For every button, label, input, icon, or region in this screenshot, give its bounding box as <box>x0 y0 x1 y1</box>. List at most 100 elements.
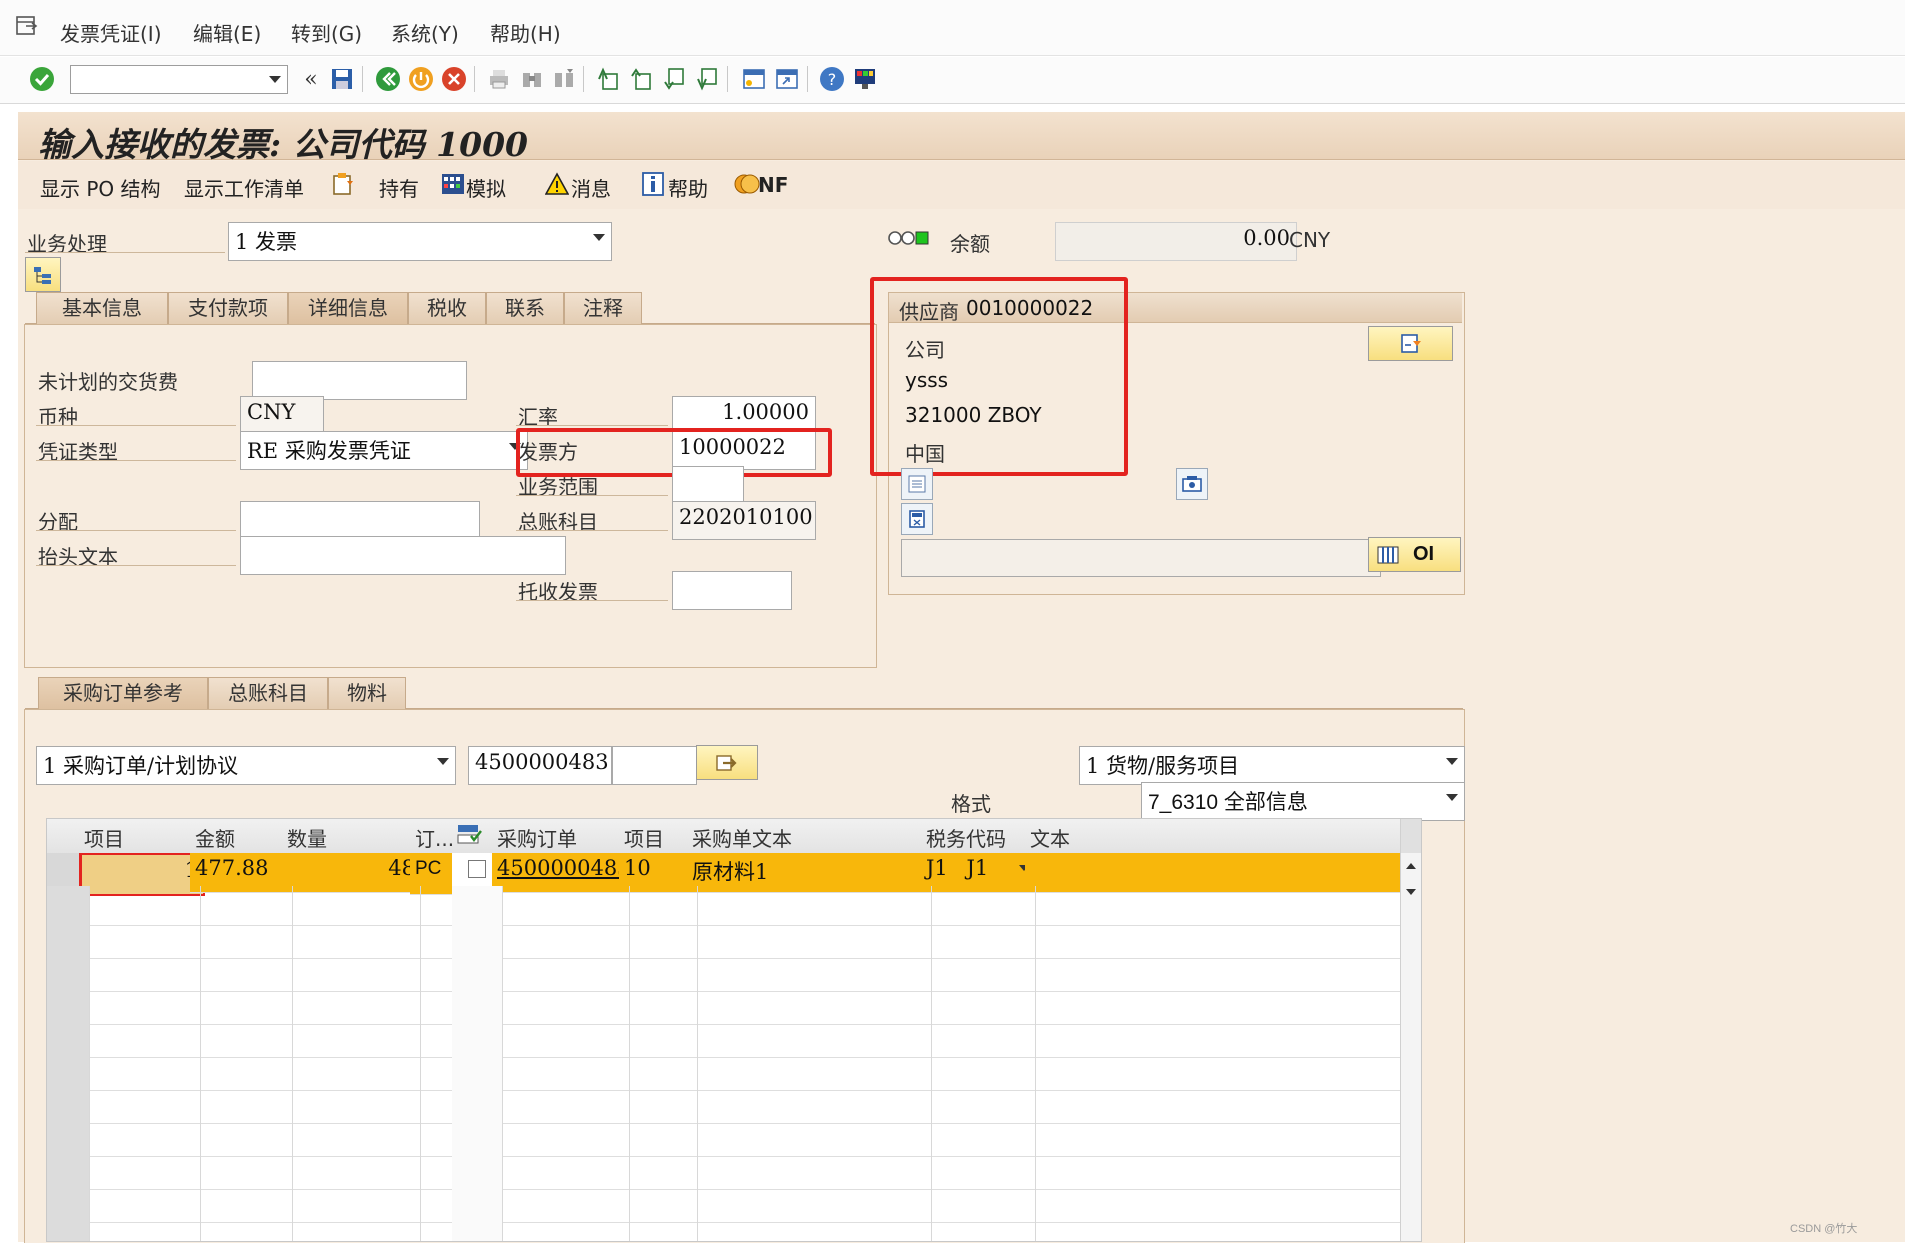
transfer-po-button[interactable] <box>696 745 758 780</box>
empty-cell[interactable] <box>282 1216 421 1241</box>
hold-button[interactable]: 持有 <box>379 173 419 202</box>
highlight-vendor-address <box>870 277 1128 476</box>
simulate-button[interactable]: 模拟 <box>466 173 506 202</box>
help-button[interactable]: 帮助 <box>668 173 708 202</box>
scrollbar[interactable] <box>1400 819 1421 1241</box>
menu-system[interactable]: 系统(Y) <box>391 18 459 47</box>
create-session-icon[interactable] <box>740 65 768 93</box>
menu-help[interactable]: 帮助(H) <box>490 18 561 47</box>
assignment-underline <box>36 530 236 531</box>
first-page-icon[interactable] <box>594 65 622 93</box>
business-area-input[interactable] <box>672 466 744 505</box>
show-worklist-button[interactable]: 显示工作清单 <box>184 173 304 202</box>
vendor-change-button[interactable] <box>1368 326 1453 361</box>
po-number-input[interactable]: 4500000483 <box>468 746 612 785</box>
currency-underline <box>36 425 236 426</box>
back-icon[interactable] <box>374 65 402 93</box>
tab-tax[interactable]: 税收 <box>408 292 486 325</box>
chevron-down-icon[interactable] <box>437 758 449 765</box>
layout-select[interactable]: 7_6310 全部信息 <box>1141 782 1465 821</box>
open-items-button[interactable]: OI <box>1368 537 1461 572</box>
previous-page-icon[interactable] <box>627 65 655 93</box>
last-page-icon[interactable] <box>693 65 721 93</box>
tab-notes[interactable]: 注释 <box>564 292 642 325</box>
unplanned-delivery-cost-label: 未计划的交货费 <box>38 370 178 394</box>
tab-gl-account[interactable]: 总账科目 <box>208 677 328 710</box>
gl-account-input[interactable]: 2202010100 <box>672 501 816 540</box>
vendor-master-button[interactable] <box>901 468 933 500</box>
shortcut-icon[interactable] <box>773 65 801 93</box>
next-page-icon[interactable] <box>660 65 688 93</box>
chevron-down-icon[interactable] <box>269 76 281 83</box>
chevron-down-icon[interactable] <box>1446 758 1458 765</box>
info-icon <box>642 172 664 196</box>
empty-cell[interactable] <box>687 1216 932 1241</box>
menu-goto[interactable]: 转到(G) <box>291 18 362 47</box>
toggle-header-button[interactable] <box>25 257 61 292</box>
tab-basic-data[interactable]: 基本信息 <box>36 292 168 325</box>
enter-check-icon[interactable] <box>28 65 56 93</box>
select-all-icon <box>457 825 482 844</box>
balance-label: 余额 <box>950 232 990 256</box>
exchange-rate-value: 1.00000 <box>722 400 809 424</box>
currency-input[interactable]: CNY <box>240 396 324 435</box>
items-table: 项目 金额 数量 订... 采购订单 项目 采购单文本 税务代码 文本 1 47… <box>46 818 1422 1242</box>
double-left-arrow-icon[interactable]: « <box>297 65 325 93</box>
exchange-rate-underline <box>516 425 668 426</box>
scroll-up-icon[interactable] <box>1406 863 1416 869</box>
save-icon[interactable] <box>328 65 356 93</box>
clipboard-icon[interactable] <box>330 171 356 197</box>
vendor-one-time-button[interactable] <box>901 503 933 535</box>
vendor-bank-button[interactable] <box>1176 468 1208 500</box>
menu-edit[interactable]: 编辑(E) <box>193 18 261 47</box>
command-field[interactable] <box>70 65 288 94</box>
doc-type-select[interactable]: RE 采购发票凭证 <box>240 431 528 470</box>
exit-icon[interactable] <box>407 65 435 93</box>
scroll-down-icon[interactable] <box>1406 889 1416 895</box>
chevron-down-icon[interactable] <box>1446 794 1458 801</box>
show-po-structure-button[interactable]: 显示 PO 结构 <box>40 173 161 202</box>
tab-material[interactable]: 物料 <box>328 677 406 710</box>
collection-invoice-input[interactable] <box>672 571 792 610</box>
print-icon[interactable] <box>485 65 513 93</box>
help-icon[interactable]: ? <box>818 65 846 93</box>
empty-cell[interactable] <box>79 1216 201 1241</box>
collection-invoice-underline <box>516 600 668 601</box>
cancel-icon[interactable] <box>440 65 468 93</box>
tab-details[interactable]: 详细信息 <box>288 292 408 325</box>
tab-po-reference[interactable]: 采购订单参考 <box>38 677 208 710</box>
row-checkbox[interactable] <box>468 860 486 878</box>
transfer-arrow-icon <box>716 754 737 771</box>
gl-account-underline <box>516 530 668 531</box>
vendor-edit-icon <box>1400 333 1421 353</box>
po-item-input[interactable] <box>612 746 697 785</box>
empty-cell[interactable] <box>492 1216 630 1241</box>
title-bar: 输入接收的发票: 公司代码 1000 <box>18 112 1905 164</box>
transaction-select[interactable]: 1 发票 <box>228 222 612 261</box>
empty-cell[interactable] <box>921 1216 1036 1241</box>
find-next-icon[interactable] <box>550 65 578 93</box>
customize-layout-icon[interactable] <box>851 65 879 93</box>
tab-payment[interactable]: 支付款项 <box>168 292 288 325</box>
page-title: 输入接收的发票: 公司代码 1000 <box>38 125 529 164</box>
messages-button[interactable]: 消息 <box>571 173 611 202</box>
menu-window-icon[interactable] <box>16 16 38 36</box>
assignment-input[interactable] <box>240 501 480 540</box>
header-text-input[interactable] <box>240 536 566 575</box>
warning-icon <box>544 172 570 196</box>
vendor-search-input[interactable] <box>901 539 1381 577</box>
unplanned-delivery-cost-input[interactable] <box>252 361 467 400</box>
empty-cell[interactable] <box>190 1216 293 1241</box>
doc-category-select[interactable]: 1 采购订单/计划协议 <box>36 746 456 785</box>
layout-value: 7_6310 全部信息 <box>1148 791 1308 814</box>
scrollbar-header <box>1401 819 1421 853</box>
nf-button[interactable]: NF <box>758 173 788 197</box>
simulate-icon[interactable] <box>441 173 465 195</box>
find-icon[interactable] <box>518 65 546 93</box>
chevron-down-icon[interactable] <box>593 234 605 241</box>
menu-invoice-document[interactable]: 发票凭证(I) <box>60 18 162 47</box>
tab-contacts[interactable]: 联系 <box>486 292 564 325</box>
doc-type-underline <box>36 460 236 461</box>
empty-cell[interactable] <box>1025 1216 1411 1241</box>
item-type-select[interactable]: 1 货物/服务项目 <box>1079 746 1465 785</box>
